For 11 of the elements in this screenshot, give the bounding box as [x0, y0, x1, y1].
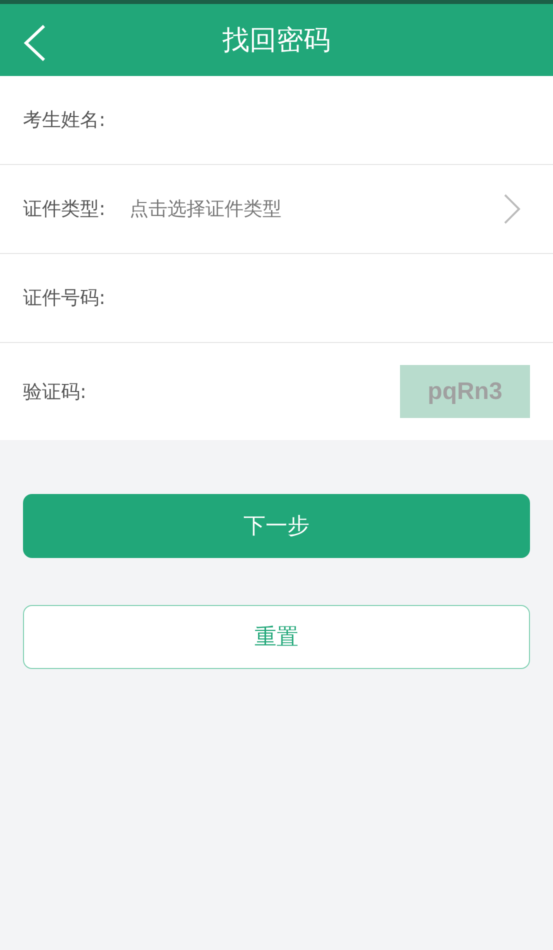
reset-button[interactable]: 重置 — [23, 605, 530, 669]
captcha-image[interactable]: pqRn3 — [400, 365, 530, 418]
field-label: 考生姓名: — [23, 108, 106, 133]
page-title: 找回密码 — [222, 24, 330, 58]
field-label: 验证码: — [23, 380, 86, 404]
field-label: 证件号码: — [23, 286, 106, 311]
next-button[interactable]: 下一步 — [23, 494, 530, 558]
field-label: 证件类型: — [23, 197, 106, 222]
select-field[interactable]: 点击选择证件类型 — [129, 165, 531, 253]
back-icon[interactable] — [22, 24, 48, 62]
chevron-right-icon — [503, 194, 521, 224]
